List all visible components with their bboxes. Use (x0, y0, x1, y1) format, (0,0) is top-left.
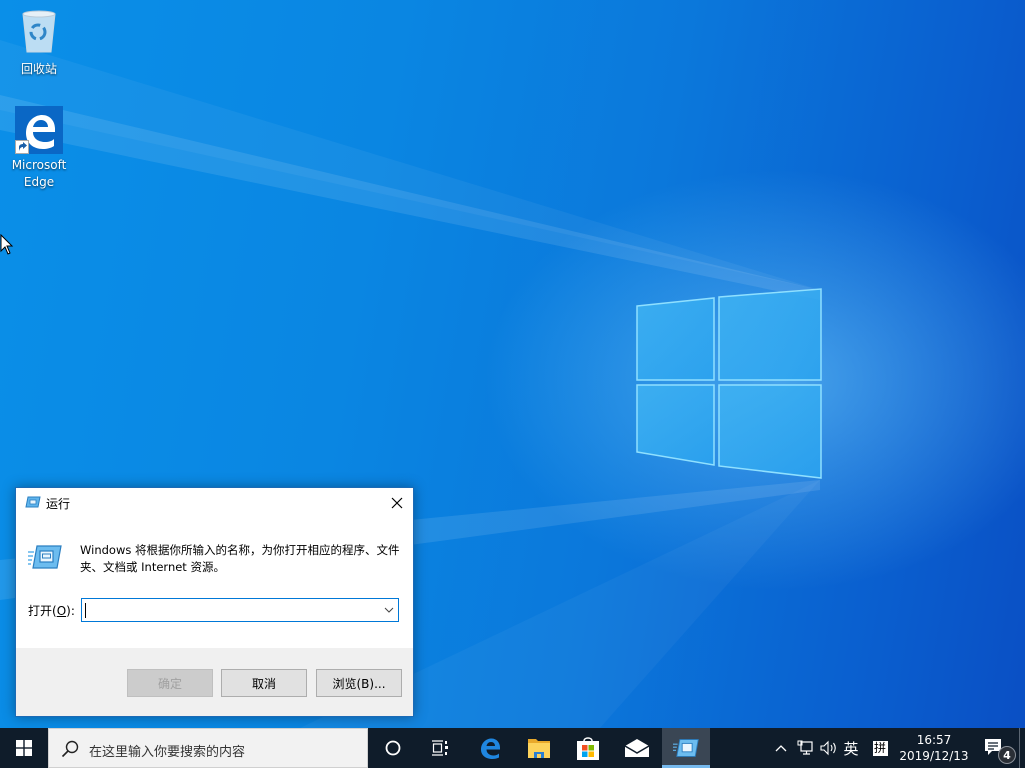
start-button[interactable] (0, 728, 48, 768)
open-combobox[interactable] (81, 598, 399, 622)
run-dialog: 运行 Windows 将根据你所输入的名称，为你打开相应的程序、文件夹、文档或 … (15, 487, 414, 717)
volume-icon (820, 740, 836, 756)
windows-logo-wallpaper (636, 288, 822, 479)
run-dialog-titlebar[interactable]: 运行 (16, 488, 413, 518)
clock-time: 16:57 (916, 733, 952, 747)
cancel-button[interactable]: 取消 (221, 669, 307, 697)
browse-button[interactable]: 浏览(B)... (316, 669, 402, 697)
search-placeholder: 在这里输入你要搜索的内容 (89, 745, 246, 760)
search-icon (61, 740, 79, 758)
dialog-title: 运行 (46, 497, 71, 511)
cortana-button[interactable] (370, 728, 416, 768)
mail-icon (624, 739, 650, 757)
show-hidden-icons-button[interactable] (770, 728, 792, 768)
cortana-icon (385, 740, 401, 756)
desktop-icon-label: Microsoft Edge (11, 158, 67, 189)
run-description: Windows 将根据你所输入的名称，为你打开相应的程序、文件夹、文档或 Int… (80, 543, 400, 574)
open-label-prefix: 打开( (28, 604, 57, 618)
desktop-icon-label: 回收站 (20, 62, 57, 76)
task-view-button[interactable] (416, 728, 464, 768)
desktop-icon-edge[interactable]: Microsoft Edge (1, 106, 77, 191)
store-icon (577, 737, 599, 760)
edge-icon (481, 738, 500, 759)
ime-language-indicator[interactable]: 英 (840, 728, 862, 768)
clock[interactable]: 16:57 2019/12/13 (890, 728, 978, 768)
open-label: 打开(O): (28, 602, 75, 619)
chevron-down-icon[interactable] (383, 603, 395, 617)
taskbar-file-explorer-button[interactable] (515, 728, 563, 768)
taskbar-edge-button[interactable] (466, 728, 514, 768)
run-program-icon (28, 545, 62, 569)
recycle-bin-icon (22, 10, 56, 53)
file-explorer-icon (528, 739, 550, 758)
run-icon (25, 496, 41, 508)
ok-button[interactable]: 确定 (127, 669, 213, 697)
show-desktop-button[interactable] (1019, 728, 1025, 768)
volume-button[interactable] (818, 728, 840, 768)
action-center-button[interactable]: 4 (978, 728, 1018, 768)
notification-count-badge: 4 (998, 746, 1016, 764)
ime-mode-indicator: 拼 (872, 740, 888, 756)
taskbar-run-button[interactable] (662, 728, 710, 768)
network-button[interactable] (794, 728, 816, 768)
taskbar-store-button[interactable] (564, 728, 612, 768)
taskbar-mail-button[interactable] (613, 728, 661, 768)
run-icon (673, 739, 699, 757)
task-view-icon (432, 740, 448, 756)
text-caret (85, 603, 86, 618)
desktop-icon-recycle-bin[interactable]: 回收站 (1, 8, 77, 78)
taskbar: 在这里输入你要搜索的内容 英 拼 16:57 2019/12/13 4 (0, 728, 1025, 768)
close-button[interactable] (381, 488, 413, 518)
mouse-cursor-icon (0, 234, 14, 255)
open-label-suffix: ): (66, 604, 75, 618)
open-label-accelerator: O (56, 604, 67, 618)
chevron-up-icon (775, 745, 787, 752)
taskbar-search-box[interactable]: 在这里输入你要搜索的内容 (48, 728, 368, 768)
shortcut-arrow-icon (15, 140, 29, 154)
network-icon (797, 740, 813, 755)
ime-mode-button[interactable]: 拼 (868, 728, 892, 768)
windows-start-icon (16, 740, 32, 756)
close-icon (391, 497, 403, 509)
clock-date: 2019/12/13 (899, 749, 969, 763)
edge-tile (15, 106, 63, 154)
